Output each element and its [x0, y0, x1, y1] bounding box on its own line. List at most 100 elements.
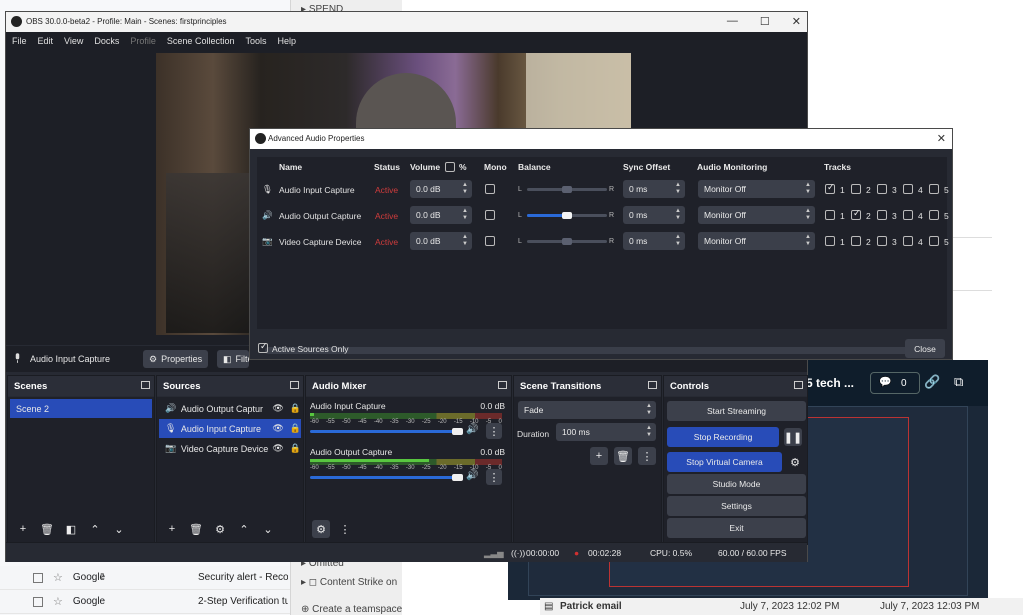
- mono-checkbox[interactable]: [485, 210, 495, 220]
- balance-slider[interactable]: [527, 186, 607, 193]
- mail-row[interactable]: 2 Security alert - Recov.: [0, 566, 290, 590]
- volume-slider[interactable]: [310, 476, 460, 479]
- track-4-checkbox[interactable]: [903, 210, 913, 220]
- undock-icon[interactable]: [648, 381, 657, 389]
- filter-icon[interactable]: ◧: [62, 520, 80, 538]
- sidebar-item[interactable]: Content Strike on: [320, 577, 397, 588]
- menu-view[interactable]: View: [64, 36, 83, 46]
- track-2-checkbox[interactable]: [851, 236, 861, 246]
- more-icon[interactable]: ⋮: [486, 469, 502, 485]
- undock-icon[interactable]: [794, 381, 803, 389]
- source-item[interactable]: 🎙 Audio Input Capture 👁 🔒: [159, 419, 301, 438]
- volume-percent-checkbox[interactable]: [445, 162, 455, 172]
- menu-tools[interactable]: Tools: [245, 36, 266, 46]
- track-4-checkbox[interactable]: [903, 184, 913, 194]
- sync-offset-spinbox[interactable]: 0 ms ▲ ▼: [623, 232, 685, 250]
- star-icon[interactable]: ☆: [53, 595, 63, 608]
- active-sources-only-checkbox[interactable]: [258, 341, 268, 353]
- track-3-checkbox[interactable]: [877, 184, 887, 194]
- volume-spinbox[interactable]: 0.0 dB ▲ ▼: [410, 206, 472, 224]
- close-button[interactable]: Close: [905, 339, 945, 358]
- add-icon[interactable]: +: [163, 520, 181, 538]
- eye-icon[interactable]: 👁: [272, 443, 283, 454]
- mail-row[interactable]: ☆ Google 2-Step Verification tur: [0, 590, 290, 614]
- duration-spinbox[interactable]: 100 ms ▲ ▼: [556, 423, 656, 441]
- studio-mode-button[interactable]: Studio Mode: [667, 474, 806, 494]
- menu-profile[interactable]: Profile: [130, 36, 156, 46]
- volume-spinbox[interactable]: 0.0 dB ▲ ▼: [410, 180, 472, 198]
- menu-file[interactable]: File: [12, 36, 27, 46]
- pause-icon[interactable]: ❚❚: [784, 428, 802, 446]
- track-1-checkbox[interactable]: [825, 182, 835, 194]
- chevron-up-icon[interactable]: ⌃: [86, 520, 104, 538]
- stop-recording-button[interactable]: Stop Recording: [667, 427, 779, 447]
- settings-button[interactable]: Settings: [667, 496, 806, 516]
- horizontal-scrollbar[interactable]: [265, 347, 929, 354]
- mono-checkbox[interactable]: [485, 184, 495, 194]
- close-icon[interactable]: ✕: [937, 132, 946, 145]
- lock-icon[interactable]: 🔒: [290, 443, 301, 454]
- filters-button[interactable]: ◧Filte: [217, 350, 249, 368]
- source-item[interactable]: 🔊 Audio Output Captur 👁 🔒: [159, 399, 301, 418]
- sync-offset-spinbox[interactable]: 0 ms ▲ ▼: [623, 206, 685, 224]
- more-icon[interactable]: ⋮: [336, 520, 354, 538]
- exit-button[interactable]: Exit: [667, 518, 806, 538]
- trash-icon[interactable]: 🗑: [187, 520, 205, 538]
- transition-select[interactable]: Fade ▲ ▼: [518, 401, 656, 419]
- menu-scene-collection[interactable]: Scene Collection: [167, 36, 235, 46]
- open-external-icon[interactable]: ⧉: [954, 374, 963, 390]
- gear-icon[interactable]: ⚙: [312, 520, 330, 538]
- link-icon[interactable]: 🔗: [924, 374, 940, 390]
- eye-icon[interactable]: 👁: [272, 423, 283, 434]
- sidebar-item[interactable]: Create a teamspace: [312, 604, 402, 615]
- speaker-icon[interactable]: 🔊: [466, 424, 478, 435]
- comments-button[interactable]: 💬 0: [870, 372, 920, 394]
- track-1-checkbox[interactable]: [825, 236, 835, 246]
- volume-slider-knob[interactable]: [452, 474, 463, 481]
- menu-edit[interactable]: Edit: [38, 36, 54, 46]
- stop-virtual-camera-button[interactable]: Stop Virtual Camera: [667, 452, 782, 472]
- chevron-down-icon[interactable]: ⌄: [259, 520, 277, 538]
- track-5-checkbox[interactable]: [929, 236, 939, 246]
- start-streaming-button[interactable]: Start Streaming: [667, 401, 806, 421]
- properties-button[interactable]: ⚙ Properties: [143, 350, 209, 368]
- track-3-checkbox[interactable]: [877, 236, 887, 246]
- scene-item[interactable]: Scene 2: [10, 399, 152, 418]
- chevron-down-icon[interactable]: ⌄: [110, 520, 128, 538]
- speaker-icon[interactable]: 🔊: [466, 470, 478, 481]
- undock-icon[interactable]: [141, 381, 150, 389]
- track-5-checkbox[interactable]: [929, 210, 939, 220]
- audio-monitoring-select[interactable]: Monitor Off ▲ ▼: [698, 180, 815, 198]
- volume-slider-knob[interactable]: [452, 428, 463, 435]
- balance-slider[interactable]: [527, 212, 607, 219]
- balance-slider-knob[interactable]: [562, 238, 572, 245]
- track-2-checkbox[interactable]: [851, 208, 861, 220]
- volume-spinbox[interactable]: 0.0 dB ▲ ▼: [410, 232, 472, 250]
- balance-slider-knob[interactable]: [562, 186, 572, 193]
- track-4-checkbox[interactable]: [903, 236, 913, 246]
- mono-checkbox[interactable]: [485, 236, 495, 246]
- lock-icon[interactable]: 🔒: [290, 403, 301, 414]
- more-icon[interactable]: ⋮: [638, 447, 656, 465]
- minimize-icon[interactable]: —: [727, 15, 738, 28]
- trash-icon[interactable]: 🗑: [614, 447, 632, 465]
- add-icon[interactable]: +: [590, 447, 608, 465]
- track-3-checkbox[interactable]: [877, 210, 887, 220]
- add-icon[interactable]: +: [14, 520, 32, 538]
- more-icon[interactable]: ⋮: [486, 423, 502, 439]
- undock-icon[interactable]: [498, 381, 507, 389]
- gear-icon[interactable]: ⚙: [211, 520, 229, 538]
- chevron-up-icon[interactable]: ⌃: [235, 520, 253, 538]
- maximize-icon[interactable]: ☐: [760, 15, 770, 28]
- source-item[interactable]: 📷 Video Capture Device 👁 🔒: [159, 439, 301, 458]
- close-icon[interactable]: ✕: [792, 15, 801, 28]
- track-5-checkbox[interactable]: [929, 184, 939, 194]
- lock-icon[interactable]: 🔒: [290, 423, 301, 434]
- eye-icon[interactable]: 👁: [272, 403, 283, 414]
- menu-docks[interactable]: Docks: [94, 36, 119, 46]
- menu-help[interactable]: Help: [277, 36, 296, 46]
- track-2-checkbox[interactable]: [851, 184, 861, 194]
- balance-slider[interactable]: [527, 238, 607, 245]
- audio-monitoring-select[interactable]: Monitor Off ▲ ▼: [698, 206, 815, 224]
- undock-icon[interactable]: [290, 381, 299, 389]
